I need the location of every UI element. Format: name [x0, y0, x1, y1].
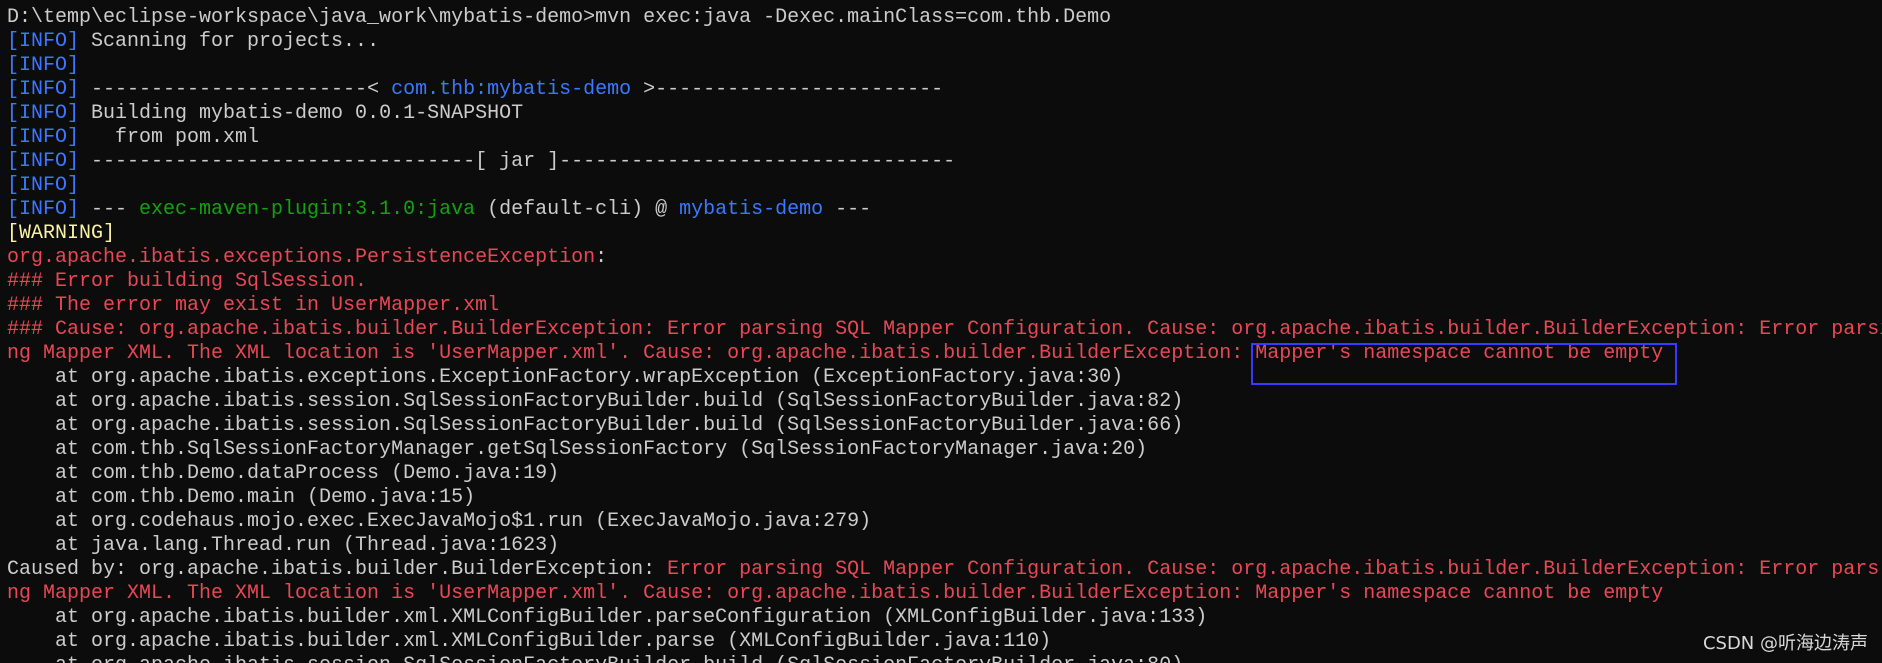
terminal-text-segment: at com.thb.Demo.dataProcess (Demo.java:1…: [7, 462, 560, 485]
terminal-line: at com.thb.Demo.dataProcess (Demo.java:1…: [0, 462, 1882, 486]
terminal-text-segment: ### The error may exist in UserMapper.xm…: [7, 294, 500, 317]
terminal-text-segment: Building mybatis-demo 0.0.1-SNAPSHOT: [79, 102, 524, 125]
terminal-line: at com.thb.SqlSessionFactoryManager.getS…: [0, 438, 1882, 462]
terminal-line: [INFO] --------------------------------[…: [0, 150, 1882, 174]
terminal-line: at org.apache.ibatis.builder.xml.XMLConf…: [0, 630, 1882, 654]
terminal-text-segment: [INFO]: [7, 150, 80, 173]
terminal-text-segment: --------------------------------[ jar ]-…: [79, 150, 956, 173]
terminal-text-segment: ng Mapper XML. The XML location is 'User…: [7, 342, 1664, 365]
terminal-text-segment: [INFO]: [7, 198, 80, 221]
terminal-text-segment: at org.apache.ibatis.builder.xml.XMLConf…: [7, 630, 1052, 653]
terminal-text-segment: com.thb:mybatis-demo: [391, 78, 632, 101]
terminal-text-segment: at com.thb.Demo.main (Demo.java:15): [7, 486, 476, 509]
terminal-line: [INFO] --- exec-maven-plugin:3.1.0:java …: [0, 198, 1882, 222]
terminal-text-segment: ---: [823, 198, 872, 221]
terminal-text-segment: Error parsing SQL Mapper Configuration. …: [667, 558, 1880, 581]
terminal-line: D:\temp\eclipse-workspace\java_work\myba…: [0, 6, 1882, 30]
terminal-line: at org.apache.ibatis.session.SqlSessionF…: [0, 654, 1882, 663]
terminal-line: [INFO] from pom.xml: [0, 126, 1882, 150]
terminal-line: ng Mapper XML. The XML location is 'User…: [0, 582, 1882, 606]
terminal-text-segment: -----------------------<: [79, 78, 392, 101]
terminal-line: at org.apache.ibatis.exceptions.Exceptio…: [0, 366, 1882, 390]
terminal-text-segment: at org.apache.ibatis.session.SqlSessionF…: [7, 414, 1184, 437]
terminal-text-segment: ### Cause: org.apache.ibatis.builder.Bui…: [7, 318, 1882, 341]
terminal-line: [INFO] -----------------------< com.thb:…: [0, 78, 1882, 102]
terminal-text-segment: at org.apache.ibatis.session.SqlSessionF…: [7, 654, 1183, 663]
terminal-text-segment: [INFO]: [7, 54, 80, 77]
terminal-line: [INFO]: [0, 174, 1882, 198]
terminal-text-segment: ### Error building SqlSession.: [7, 270, 368, 293]
terminal-text-segment: at org.apache.ibatis.session.SqlSessionF…: [7, 390, 1184, 413]
terminal-text-segment: [INFO]: [7, 78, 80, 101]
terminal-text-segment: at org.apache.ibatis.exceptions.Exceptio…: [7, 366, 1124, 389]
terminal-text-segment: [INFO]: [7, 174, 80, 197]
terminal-text-segment: at java.lang.Thread.run (Thread.java:162…: [7, 534, 560, 557]
terminal-line: Caused by: org.apache.ibatis.builder.Bui…: [0, 558, 1882, 582]
terminal-output: D:\temp\eclipse-workspace\java_work\myba…: [0, 6, 1882, 663]
terminal-text-segment: Caused by: org.apache.ibatis.builder.Bui…: [7, 558, 668, 581]
terminal-text-segment: [INFO]: [7, 30, 80, 53]
terminal-line: at java.lang.Thread.run (Thread.java:162…: [0, 534, 1882, 558]
terminal-text-segment: ---: [79, 198, 140, 221]
terminal-line: at org.codehaus.mojo.exec.ExecJavaMojo$1…: [0, 510, 1882, 534]
terminal-line: ng Mapper XML. The XML location is 'User…: [0, 342, 1882, 366]
terminal-text-segment: D:\temp\eclipse-workspace\java_work\myba…: [7, 6, 1112, 29]
terminal-text-segment: at com.thb.SqlSessionFactoryManager.getS…: [7, 438, 1148, 461]
terminal-text-segment: mybatis-demo: [679, 198, 824, 221]
terminal-line: at org.apache.ibatis.session.SqlSessionF…: [0, 414, 1882, 438]
terminal-text-segment: :: [595, 246, 608, 269]
terminal-line: at org.apache.ibatis.builder.xml.XMLConf…: [0, 606, 1882, 630]
terminal-text-segment: from pom.xml: [79, 126, 260, 149]
terminal-text-segment: [INFO]: [7, 126, 80, 149]
terminal-line: [INFO] Scanning for projects...: [0, 30, 1882, 54]
terminal-text-segment: (default-cli) @: [475, 198, 680, 221]
watermark: CSDN @听海边涛声: [1702, 633, 1868, 654]
terminal-text-segment: at org.codehaus.mojo.exec.ExecJavaMojo$1…: [7, 510, 872, 533]
terminal-line: ### Error building SqlSession.: [0, 270, 1882, 294]
terminal-line: at com.thb.Demo.main (Demo.java:15): [0, 486, 1882, 510]
terminal-text-segment: at org.apache.ibatis.builder.xml.XMLConf…: [7, 606, 1208, 629]
terminal-text-segment: org.apache.ibatis.exceptions.Persistence…: [7, 246, 596, 269]
terminal-text-segment: >------------------------: [631, 78, 944, 101]
terminal-line: ### Cause: org.apache.ibatis.builder.Bui…: [0, 318, 1882, 342]
terminal-text-segment: Scanning for projects...: [79, 30, 380, 53]
terminal-text-segment: ng Mapper XML. The XML location is 'User…: [7, 582, 1664, 605]
terminal-line: org.apache.ibatis.exceptions.Persistence…: [0, 246, 1882, 270]
terminal-line: [WARNING]: [0, 222, 1882, 246]
terminal-text-segment: exec-maven-plugin:3.1.0:java: [139, 198, 476, 221]
terminal-line: [INFO]: [0, 54, 1882, 78]
terminal-text-segment: [WARNING]: [7, 222, 116, 245]
terminal-line: at org.apache.ibatis.session.SqlSessionF…: [0, 390, 1882, 414]
terminal-line: [INFO] Building mybatis-demo 0.0.1-SNAPS…: [0, 102, 1882, 126]
terminal-text-segment: [INFO]: [7, 102, 80, 125]
terminal-window[interactable]: D:\temp\eclipse-workspace\java_work\myba…: [0, 0, 1882, 663]
terminal-line: ### The error may exist in UserMapper.xm…: [0, 294, 1882, 318]
